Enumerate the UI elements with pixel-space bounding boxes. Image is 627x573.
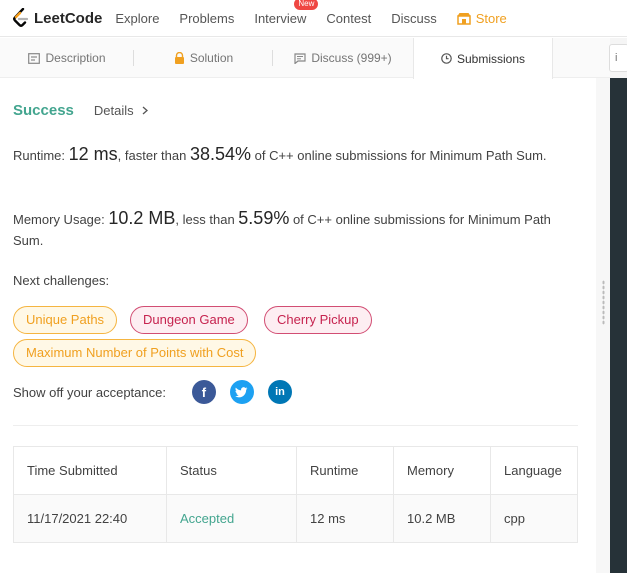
cell-runtime: 12 ms [296,494,394,543]
table-header-row: Time Submitted Status Runtime Memory Lan… [13,446,578,495]
nav-explore[interactable]: Explore [115,11,159,26]
linkedin-icon[interactable]: in [267,380,292,404]
tab-submissions[interactable]: Submissions [413,38,553,79]
runtime-value: 12 ms [68,144,118,164]
challenge-max-points-with-cost[interactable]: Maximum Number of Points with Cost [13,339,257,367]
cell-memory: 10.2 MB [393,494,491,543]
runtime-mid: , faster than [117,148,190,163]
submissions-table: Time Submitted Status Runtime Memory Lan… [13,446,578,543]
memory-stat: Memory Usage: 10.2 MB, less than 5.59% o… [13,208,573,251]
divider [13,425,578,426]
nav-interview-label: Interview [254,10,307,26]
next-challenges-label: Next challenges: [13,273,110,288]
clock-icon [441,53,452,64]
tab-description-label: Description [45,51,106,65]
panel-divider[interactable] [596,78,610,573]
tab-description[interactable]: Description [0,38,134,78]
new-badge: New [294,0,319,10]
facebook-icon[interactable]: f [191,380,216,404]
lock-icon [174,52,185,64]
nav-store[interactable]: Store [456,10,507,26]
details-label: Details [93,103,134,118]
comment-icon [294,52,306,64]
problem-tabs: Description Solution Discuss (999+) Subm… [0,38,610,79]
logo-text: LeetCode [34,9,103,27]
cell-time-submitted: 11/17/2021 22:40 [13,494,167,543]
tab-solution-label: Solution [189,51,234,65]
memory-label: Memory Usage: [13,212,109,227]
result-header: Success Details [13,102,148,119]
col-language[interactable]: Language [490,446,578,495]
col-time-submitted[interactable]: Time Submitted [13,446,167,495]
top-navbar: LeetCode Explore Problems Interview New … [0,0,627,37]
leetcode-logo-icon [13,8,29,27]
status-success: Success [13,102,74,119]
runtime-suffix: of C++ online submissions for Minimum Pa… [251,148,547,163]
runtime-label: Runtime: [13,148,69,163]
nav-discuss[interactable]: Discuss [391,11,437,26]
table-row: 11/17/2021 22:40 Accepted 12 ms 10.2 MB … [13,494,578,543]
chevron-right-icon [142,106,148,115]
twitter-bird-icon [235,386,248,397]
twitter-icon[interactable]: t [229,380,254,404]
challenge-cherry-pickup[interactable]: Cherry Pickup [264,306,372,334]
nav-interview[interactable]: Interview New [254,0,319,26]
memory-mid: , less than [175,212,239,227]
tab-discuss[interactable]: Discuss (999+) [273,38,413,78]
col-memory[interactable]: Memory [393,446,491,495]
cell-language: cpp [490,494,578,543]
tab-submissions-label: Submissions [456,51,526,66]
col-status[interactable]: Status [166,446,297,495]
cell-status-accepted[interactable]: Accepted [166,494,297,543]
memory-percent: 5.59% [238,208,290,228]
language-select[interactable] [609,44,627,72]
store-icon [456,12,471,25]
leetcode-logo[interactable]: LeetCode [12,8,102,28]
nav-problems[interactable]: Problems [179,11,234,26]
share-row: Show off your acceptance: f t in [13,380,306,404]
code-editor[interactable] [610,78,627,573]
runtime-percent: 38.54% [189,144,251,164]
details-link[interactable]: Details [94,103,148,118]
challenge-unique-paths[interactable]: Unique Paths [13,306,118,334]
memory-value: 10.2 MB [108,208,176,228]
drag-handle-icon[interactable] [602,280,605,325]
nav-store-label: Store [475,10,507,26]
tab-discuss-label: Discuss (999+) [311,51,392,65]
nav-contest[interactable]: Contest [326,11,371,26]
col-runtime[interactable]: Runtime [296,446,394,495]
document-icon [28,52,41,64]
share-label: Show off your acceptance: [13,384,166,400]
runtime-stat: Runtime: 12 ms, faster than 38.54% of C+… [13,144,573,166]
tab-solution[interactable]: Solution [134,38,273,78]
challenge-dungeon-game[interactable]: Dungeon Game [130,306,248,334]
